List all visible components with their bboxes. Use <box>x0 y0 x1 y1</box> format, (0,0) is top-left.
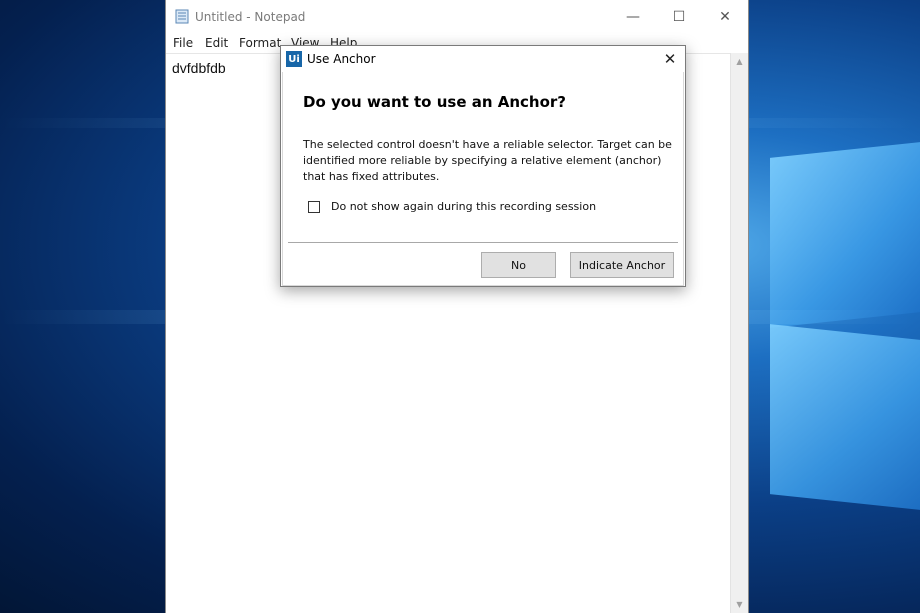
do-not-show-again-checkbox[interactable] <box>308 200 320 213</box>
scroll-down-icon[interactable]: ▼ <box>731 596 748 613</box>
vertical-scrollbar[interactable]: ▲ ▼ <box>730 53 748 613</box>
indicate-anchor-button-label: Indicate Anchor <box>578 258 666 272</box>
dialog-close-button[interactable]: ✕ <box>655 46 685 72</box>
menu-edit[interactable]: Edit <box>205 36 228 50</box>
menu-format[interactable]: Format <box>239 36 281 50</box>
uipath-icon: Ui <box>286 51 302 67</box>
notepad-titlebar[interactable]: Untitled - Notepad — ☐ ✕ <box>166 0 748 34</box>
dialog-titlebar[interactable]: Ui Use Anchor ✕ <box>281 46 685 72</box>
no-button[interactable]: No <box>481 252 556 278</box>
maximize-icon: ☐ <box>672 9 686 25</box>
notepad-icon <box>175 9 189 24</box>
scroll-up-icon[interactable]: ▲ <box>731 53 748 70</box>
minimize-button[interactable]: — <box>610 0 656 34</box>
maximize-button[interactable]: ☐ <box>656 0 702 34</box>
wallpaper-pane <box>770 142 920 328</box>
no-button-label: No <box>511 258 526 272</box>
notepad-title: Untitled - Notepad <box>195 10 306 24</box>
menu-file[interactable]: File <box>173 36 193 50</box>
uipath-icon-text: Ui <box>288 53 300 65</box>
dialog-divider <box>288 242 678 243</box>
indicate-anchor-button[interactable]: Indicate Anchor <box>570 252 674 278</box>
close-icon: ✕ <box>719 9 731 25</box>
dialog-message: The selected control doesn't have a reli… <box>303 138 672 183</box>
close-icon: ✕ <box>663 50 677 68</box>
do-not-show-again-row[interactable]: Do not show again during this recording … <box>308 200 596 213</box>
dialog-title: Use Anchor <box>307 52 376 66</box>
minimize-icon: — <box>626 9 640 25</box>
close-button[interactable]: ✕ <box>702 0 748 34</box>
notepad-content: dvfdbfdb <box>172 60 226 76</box>
do-not-show-again-label[interactable]: Do not show again during this recording … <box>331 200 596 213</box>
wallpaper-pane <box>770 324 920 510</box>
dialog-heading: Do you want to use an Anchor? <box>303 93 566 111</box>
use-anchor-dialog[interactable]: Ui Use Anchor ✕ Do you want to use an An… <box>280 45 686 287</box>
dialog-body: Do you want to use an Anchor? The select… <box>282 72 684 286</box>
